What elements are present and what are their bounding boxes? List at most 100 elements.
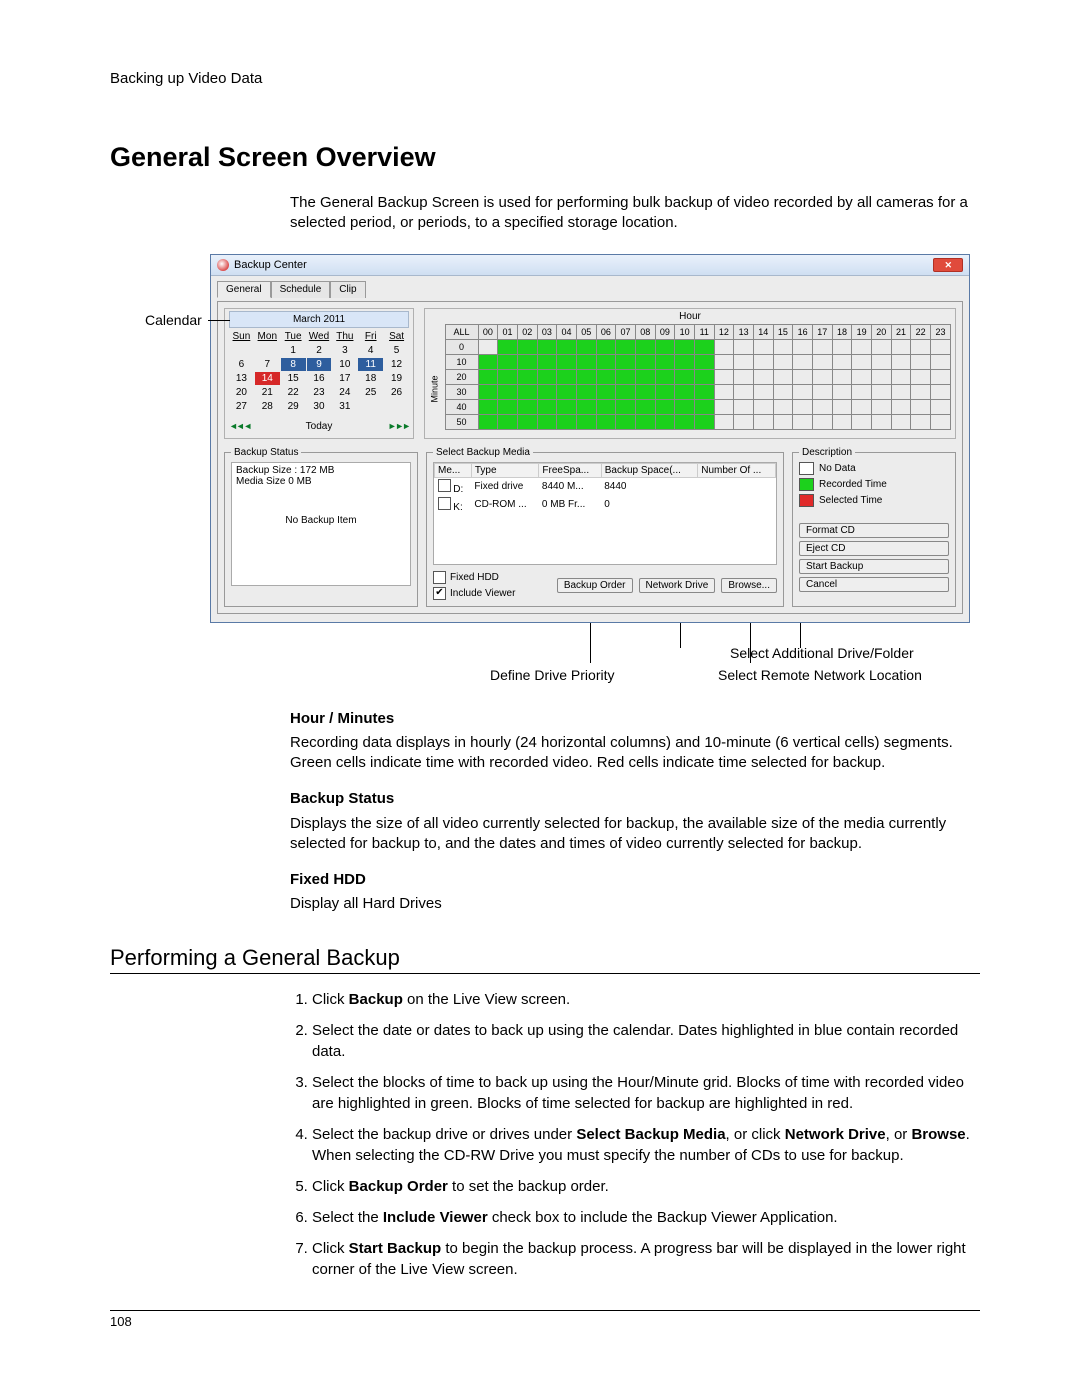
- time-cell[interactable]: [596, 399, 616, 414]
- hour-header[interactable]: 07: [616, 324, 636, 339]
- network-drive-button[interactable]: Network Drive: [639, 578, 716, 593]
- close-button[interactable]: ✕: [933, 258, 963, 272]
- time-cell[interactable]: [871, 414, 891, 429]
- hour-header[interactable]: 15: [773, 324, 793, 339]
- calendar-day[interactable]: 23: [307, 386, 332, 399]
- time-cell[interactable]: [773, 369, 793, 384]
- calendar-day[interactable]: 21: [255, 386, 280, 399]
- calendar[interactable]: March 2011 SunMonTueWedThuFriSat12345678…: [224, 308, 414, 439]
- time-cell[interactable]: [635, 369, 655, 384]
- time-cell[interactable]: [557, 414, 577, 429]
- calendar-day[interactable]: 9: [307, 358, 332, 371]
- time-cell[interactable]: [576, 339, 596, 354]
- time-cell[interactable]: [714, 354, 734, 369]
- calendar-day[interactable]: 10: [332, 358, 357, 371]
- time-cell[interactable]: [930, 414, 950, 429]
- time-cell[interactable]: [812, 414, 832, 429]
- time-cell[interactable]: [478, 354, 498, 369]
- time-cell[interactable]: [576, 369, 596, 384]
- calendar-today[interactable]: Today: [306, 421, 333, 432]
- time-cell[interactable]: [557, 354, 577, 369]
- time-cell[interactable]: [675, 354, 695, 369]
- time-cell[interactable]: [714, 399, 734, 414]
- time-cell[interactable]: [616, 339, 636, 354]
- time-cell[interactable]: [675, 339, 695, 354]
- hour-header[interactable]: 20: [871, 324, 891, 339]
- minute-row-label[interactable]: 10: [445, 354, 478, 369]
- time-cell[interactable]: [616, 399, 636, 414]
- time-cell[interactable]: [891, 414, 911, 429]
- calendar-day[interactable]: 18: [358, 372, 383, 385]
- calendar-day[interactable]: 24: [332, 386, 357, 399]
- time-cell[interactable]: [852, 339, 872, 354]
- time-cell[interactable]: [616, 414, 636, 429]
- time-cell[interactable]: [930, 339, 950, 354]
- calendar-day[interactable]: 28: [255, 400, 280, 413]
- time-cell[interactable]: [537, 339, 557, 354]
- time-cell[interactable]: [655, 354, 675, 369]
- calendar-day[interactable]: 3: [332, 344, 357, 357]
- calendar-day[interactable]: 2: [307, 344, 332, 357]
- time-cell[interactable]: [478, 369, 498, 384]
- time-cell[interactable]: [930, 369, 950, 384]
- calendar-next-icon[interactable]: ► ►►: [388, 421, 409, 431]
- hour-header[interactable]: 23: [930, 324, 950, 339]
- time-cell[interactable]: [832, 414, 852, 429]
- time-cell[interactable]: [773, 399, 793, 414]
- time-cell[interactable]: [891, 384, 911, 399]
- include-viewer-checkbox[interactable]: ✔ Include Viewer: [433, 587, 515, 600]
- time-cell[interactable]: [773, 384, 793, 399]
- time-cell[interactable]: [911, 384, 931, 399]
- time-cell[interactable]: [930, 384, 950, 399]
- calendar-day[interactable]: 5: [384, 344, 409, 357]
- time-cell[interactable]: [557, 369, 577, 384]
- time-cell[interactable]: [753, 339, 773, 354]
- calendar-day[interactable]: 19: [384, 372, 409, 385]
- tab-clip[interactable]: Clip: [330, 281, 365, 298]
- time-cell[interactable]: [635, 399, 655, 414]
- calendar-day[interactable]: 12: [384, 358, 409, 371]
- minute-row-label[interactable]: 20: [445, 369, 478, 384]
- time-cell[interactable]: [694, 399, 714, 414]
- time-cell[interactable]: [832, 384, 852, 399]
- hour-header[interactable]: 16: [793, 324, 813, 339]
- time-cell[interactable]: [753, 384, 773, 399]
- time-cell[interactable]: [911, 354, 931, 369]
- time-cell[interactable]: [557, 399, 577, 414]
- time-cell[interactable]: [694, 369, 714, 384]
- time-cell[interactable]: [694, 414, 714, 429]
- time-cell[interactable]: [616, 384, 636, 399]
- checkbox-icon[interactable]: [438, 479, 451, 492]
- time-cell[interactable]: [911, 339, 931, 354]
- time-cell[interactable]: [793, 339, 813, 354]
- calendar-day[interactable]: 30: [307, 400, 332, 413]
- hour-header[interactable]: 22: [911, 324, 931, 339]
- time-cell[interactable]: [635, 414, 655, 429]
- hour-header[interactable]: 13: [734, 324, 754, 339]
- time-cell[interactable]: [596, 339, 616, 354]
- time-cell[interactable]: [694, 354, 714, 369]
- hour-header[interactable]: 09: [655, 324, 675, 339]
- calendar-day[interactable]: 6: [229, 358, 254, 371]
- calendar-day[interactable]: 4: [358, 344, 383, 357]
- time-cell[interactable]: [655, 384, 675, 399]
- time-cell[interactable]: [635, 354, 655, 369]
- time-cell[interactable]: [773, 339, 793, 354]
- eject-cd-button[interactable]: Eject CD: [799, 541, 949, 556]
- time-cell[interactable]: [675, 369, 695, 384]
- time-cell[interactable]: [773, 354, 793, 369]
- start-backup-button[interactable]: Start Backup: [799, 559, 949, 574]
- time-cell[interactable]: [557, 339, 577, 354]
- calendar-day[interactable]: 16: [307, 372, 332, 385]
- time-cell[interactable]: [557, 384, 577, 399]
- time-cell[interactable]: [891, 399, 911, 414]
- time-cell[interactable]: [930, 399, 950, 414]
- calendar-day[interactable]: 15: [281, 372, 306, 385]
- calendar-day[interactable]: 22: [281, 386, 306, 399]
- hour-header[interactable]: 08: [635, 324, 655, 339]
- calendar-day[interactable]: 13: [229, 372, 254, 385]
- time-cell[interactable]: [871, 384, 891, 399]
- time-cell[interactable]: [576, 414, 596, 429]
- time-cell[interactable]: [734, 354, 754, 369]
- hour-header[interactable]: 01: [498, 324, 518, 339]
